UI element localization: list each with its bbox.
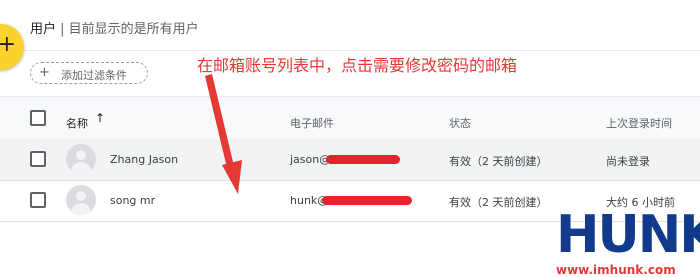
user-status: 有效（2 天前创建） xyxy=(449,196,548,209)
column-email-header[interactable]: 电子邮件 xyxy=(290,115,334,131)
hunk-watermark-logo: HUNK www.imhunk.com xyxy=(548,205,700,277)
annotation-arrow-icon xyxy=(205,74,242,194)
column-status-header[interactable]: 状态 xyxy=(449,115,471,131)
column-last-login-header[interactable]: 上次登录时间 xyxy=(606,115,672,131)
title-users: 用户 xyxy=(30,22,57,37)
user-name[interactable]: Zhang Jason xyxy=(110,153,178,166)
select-all-checkbox[interactable] xyxy=(30,110,46,126)
add-filter-label: 添加过滤条件 xyxy=(61,69,127,82)
email-redaction xyxy=(322,196,412,205)
page-header: 用户 | 目前显示的是所有用户 xyxy=(0,0,700,51)
page-title: 用户 | 目前显示的是所有用户 xyxy=(30,18,199,37)
user-last-login: 尚未登录 xyxy=(606,155,650,168)
user-status: 有效（2 天前创建） xyxy=(449,155,548,168)
title-subtitle: | 目前显示的是所有用户 xyxy=(60,22,199,37)
avatar-icon xyxy=(66,185,96,215)
sort-arrow-up-icon[interactable]: ↑ xyxy=(95,111,105,125)
add-filter-button[interactable]: + 添加过滤条件 xyxy=(30,62,148,84)
user-name[interactable]: song mr xyxy=(110,194,155,207)
email-redaction xyxy=(326,155,400,164)
plus-icon: + xyxy=(39,65,50,80)
avatar-icon xyxy=(66,144,96,174)
column-name-header[interactable]: 名称 xyxy=(66,115,88,131)
watermark-brand: HUNK xyxy=(556,205,700,265)
row-checkbox[interactable] xyxy=(30,192,46,208)
row-checkbox[interactable] xyxy=(30,151,46,167)
user-email[interactable]: jason@ xyxy=(290,153,330,166)
